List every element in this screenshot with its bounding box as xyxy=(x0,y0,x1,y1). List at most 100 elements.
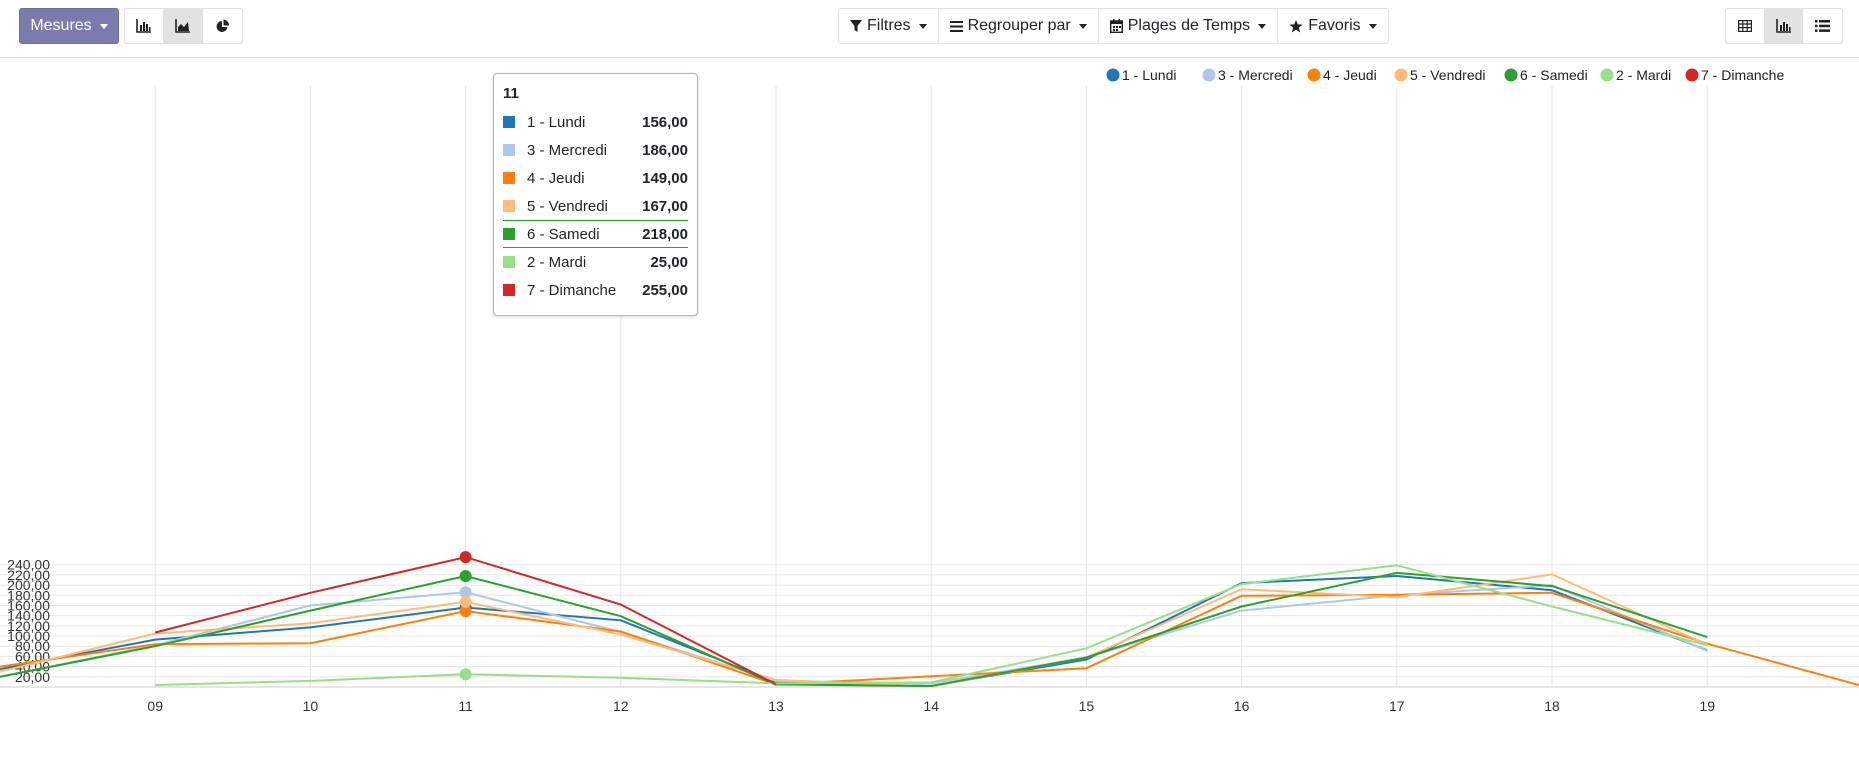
caret-down-icon xyxy=(918,23,927,29)
tooltip-row: 2 - Mardi 25,00 xyxy=(503,248,688,276)
x-tick-label: 19 xyxy=(1699,698,1715,714)
chart-area: 20,00 40,00 60,00 80,00 100,00 120,00 140,00 16… xyxy=(0,58,1859,770)
data-point[interactable] xyxy=(459,569,472,582)
tooltip-series-value: 255,00 xyxy=(642,281,688,299)
tooltip-swatch xyxy=(503,228,515,240)
tooltip-series-value: 186,00 xyxy=(642,141,688,159)
filter-icon xyxy=(850,19,862,32)
tooltip-series-name: 1 - Lundi xyxy=(527,113,586,131)
legend-item[interactable]: 3 - Mercredi xyxy=(1202,67,1293,83)
x-tick-label: 11 xyxy=(458,698,473,714)
data-point[interactable] xyxy=(459,595,472,608)
tooltip-row: 6 - Samedi 218,00 xyxy=(503,220,688,248)
tooltip-series-value: 156,00 xyxy=(642,113,688,131)
tooltip-series-name: 2 - Mardi xyxy=(527,253,587,271)
group-by-label: Regrouper par xyxy=(967,17,1071,34)
tooltip-row: 7 - Dimanche 255,00 xyxy=(503,276,688,304)
tooltip-row: 1 - Lundi 156,00 xyxy=(503,108,688,136)
line-chart-icon xyxy=(175,19,190,33)
caret-down-icon xyxy=(1368,23,1377,29)
tooltip-swatch xyxy=(503,116,515,128)
bar-chart-button[interactable] xyxy=(125,9,164,43)
favorites-button[interactable]: Favoris xyxy=(1278,9,1388,43)
legend-swatch xyxy=(1307,68,1321,82)
x-tick-label: 16 xyxy=(1234,698,1250,714)
star-icon xyxy=(1289,19,1303,32)
x-tick-label: 17 xyxy=(1389,698,1405,714)
tooltip-swatch xyxy=(503,256,515,268)
x-tick-label: 13 xyxy=(768,698,784,714)
list-view-button[interactable] xyxy=(1803,9,1842,43)
tooltip-series-value: 218,00 xyxy=(642,225,688,243)
chart-mode-switcher xyxy=(124,8,243,44)
legend-swatch xyxy=(1106,68,1120,82)
tooltip-title: 11 xyxy=(503,85,519,102)
filters-label: Filtres xyxy=(867,17,911,34)
control-panel: Mesures Filtres Regrouper par Plages de … xyxy=(0,0,1859,58)
legend-label: 3 - Mercredi xyxy=(1218,67,1293,83)
favorites-label: Favoris xyxy=(1308,17,1361,34)
time-ranges-button[interactable]: Plages de Temps xyxy=(1098,9,1279,43)
legend-item[interactable]: 1 - Lundi xyxy=(1106,67,1177,83)
legend-item[interactable]: 2 - Mardi xyxy=(1600,67,1672,83)
x-tick-label: 10 xyxy=(303,698,319,714)
legend-label: 2 - Mardi xyxy=(1616,67,1671,83)
time-ranges-label: Plages de Temps xyxy=(1127,17,1251,34)
legend-swatch xyxy=(1202,68,1216,82)
legend-swatch xyxy=(1600,68,1614,82)
legend-label: 7 - Dimanche xyxy=(1701,67,1784,83)
legend-swatch xyxy=(1685,68,1699,82)
pivot-view-button[interactable] xyxy=(1726,9,1765,43)
x-tick-label: 12 xyxy=(613,698,629,714)
tooltip-swatch xyxy=(503,144,515,156)
pie-chart-icon xyxy=(216,19,230,32)
series-line xyxy=(0,584,1708,685)
legend-label: 1 - Lundi xyxy=(1122,67,1176,83)
measures-button[interactable]: Mesures xyxy=(19,8,119,44)
bar-chart-icon xyxy=(136,19,151,33)
tooltip-series-name: 5 - Vendredi xyxy=(527,197,608,215)
tooltip-series-value: 149,00 xyxy=(642,169,688,187)
chart-tooltip: 11 1 - Lundi 156,00 3 - Mercredi 186,00 4 - … xyxy=(493,73,698,316)
graph-icon xyxy=(1775,19,1791,33)
data-point[interactable] xyxy=(459,551,472,564)
pivot-table-icon xyxy=(1737,20,1752,32)
x-axis: 09 10 11 12 13 14 15 16 17 18 19 xyxy=(0,686,1859,714)
x-tick-label: 18 xyxy=(1544,698,1560,714)
tooltip-swatch xyxy=(503,200,515,212)
tooltip-series-name: 6 - Samedi xyxy=(527,225,600,243)
legend-item[interactable]: 6 - Samedi xyxy=(1504,67,1588,83)
line-chart-button[interactable] xyxy=(164,9,203,43)
group-by-button[interactable]: Regrouper par xyxy=(938,9,1099,43)
tooltip-rows: 1 - Lundi 156,00 3 - Mercredi 186,00 4 - Jeu… xyxy=(503,108,688,304)
search-options: Filtres Regrouper par Plages de Temps Fa… xyxy=(838,8,1389,44)
x-tick-label: 15 xyxy=(1079,698,1095,714)
legend-swatch xyxy=(1394,68,1408,82)
caret-down-icon xyxy=(99,23,108,29)
data-point[interactable] xyxy=(459,668,472,681)
legend-item[interactable]: 4 - Jeudi xyxy=(1307,67,1377,83)
tooltip-series-name: 3 - Mercredi xyxy=(527,141,608,159)
tooltip-series-value: 167,00 xyxy=(642,197,688,215)
legend-item[interactable]: 7 - Dimanche xyxy=(1685,67,1785,83)
legend-label: 6 - Samedi xyxy=(1520,67,1588,83)
legend-label: 4 - Jeudi xyxy=(1323,67,1377,83)
caret-down-icon xyxy=(1078,23,1087,29)
x-tick-label: 14 xyxy=(923,698,939,714)
pie-chart-button[interactable] xyxy=(203,9,242,43)
tooltip-series-value: 25,00 xyxy=(650,253,688,271)
caret-down-icon xyxy=(1258,23,1267,29)
series-line xyxy=(0,591,1859,687)
tooltip-row: 4 - Jeudi 149,00 xyxy=(503,164,688,192)
measures-label: Mesures xyxy=(30,17,92,34)
legend: 1 - Lundi 3 - Mercredi 4 - Jeudi 5 - Vendre… xyxy=(1106,67,1785,83)
legend-label: 5 - Vendredi xyxy=(1410,67,1486,83)
tooltip-row: 5 - Vendredi 167,00 xyxy=(503,192,688,220)
legend-item[interactable]: 5 - Vendredi xyxy=(1394,67,1486,83)
y-tick-label: 240,00 xyxy=(7,557,50,573)
line-chart: 20,0040,0060,0080,00100,00120,00140,0016… xyxy=(0,67,1859,714)
filters-button[interactable]: Filtres xyxy=(839,9,939,43)
calendar-icon xyxy=(1109,19,1123,33)
tooltip-swatch xyxy=(503,172,515,184)
graph-view-button[interactable] xyxy=(1764,9,1804,43)
